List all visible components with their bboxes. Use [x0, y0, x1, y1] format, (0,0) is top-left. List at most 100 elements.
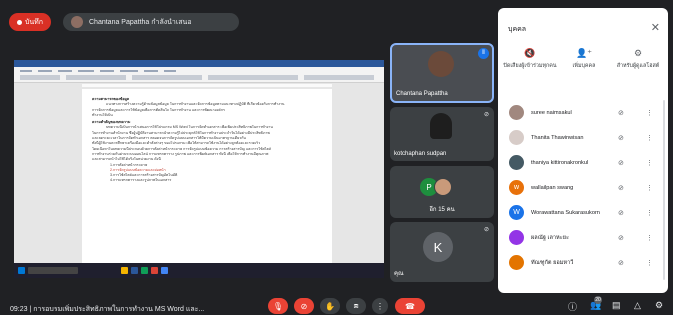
- mic-muted-icon: ⊘: [618, 209, 624, 217]
- more-participants-tile[interactable]: P อีก 15 คน: [390, 166, 494, 218]
- participant-row[interactable]: thaniya kittironakronkul ⊘ ⋮: [498, 150, 668, 175]
- participant-row[interactable]: W Worawattana Sukarasukorn ⊘ ⋮: [498, 200, 668, 225]
- participant-photo: [428, 51, 454, 77]
- participant-avatar: [509, 155, 524, 170]
- participant-row[interactable]: ทัณฑูกัต ยอมหาวี ⊘ ⋮: [498, 250, 668, 275]
- word-canvas: ความสามารถของข้อมูล แนวทางการสร้างความรู…: [14, 83, 384, 265]
- panel-action-label: ปิดเสียงผู้เข้าร่วมทุกคน: [503, 63, 557, 69]
- hangup-icon: ☎: [405, 301, 415, 311]
- participant-avatar: [509, 130, 524, 145]
- participant-name: suree naimsakul: [531, 109, 572, 116]
- panel-action-mute-all[interactable]: 🔇 ปิดเสียงผู้เข้าร่วมทุกคน: [502, 48, 558, 70]
- record-button[interactable]: บันทึก: [9, 13, 51, 31]
- participant-name: ทัณฑูกัต ยอมหาวี: [531, 259, 574, 266]
- participant-name: ผลณัฐ เลาหะยะ: [531, 234, 569, 241]
- people-list: suree naimsakul ⊘ ⋮ Thanita Thawinwisan ⊘ ⋮ th…: [498, 100, 668, 275]
- mic-muted-icon: ⊘: [483, 227, 489, 233]
- participant-avatar: W: [509, 205, 524, 220]
- meet-window: บันทึก Chantana Papattha กำลังนำเสนอ ควา…: [0, 0, 673, 315]
- document-page: ความสามารถของข้อมูล แนวทางการสร้างความรู…: [82, 89, 332, 265]
- presenter-avatar: [71, 16, 83, 28]
- host-controls-icon[interactable]: ⚙: [655, 300, 663, 311]
- mic-muted-icon: ⊘: [618, 259, 624, 267]
- more-vert-icon[interactable]: ⋮: [646, 159, 653, 167]
- mic-muted-icon: ⊘: [618, 159, 624, 167]
- camera-button[interactable]: ⊘: [294, 298, 314, 314]
- presenter-label: Chantana Papattha กำลังนำเสนอ: [89, 18, 192, 26]
- panel-action-label: เพิ่มบุคคล: [572, 63, 596, 69]
- camera-off-icon: ⊘: [300, 301, 308, 311]
- participant-avatar-photo: [434, 178, 452, 196]
- participant-name: wallailpan swang: [531, 184, 574, 191]
- presenter-banner[interactable]: Chantana Papattha กำลังนำเสนอ: [63, 13, 239, 31]
- panel-scrollbar[interactable]: [663, 100, 665, 280]
- close-icon[interactable]: ✕: [651, 21, 660, 34]
- participant-name: Chantana Papattha: [396, 91, 448, 97]
- info-icon[interactable]: ⓘ: [568, 300, 577, 313]
- add-person-icon: 👤⁺: [576, 48, 592, 58]
- panel-actions: 🔇 ปิดเสียงผู้เข้าร่วมทุกคน 👤⁺ เพิ่มบุคคล ⚙ สำ…: [498, 48, 668, 90]
- hand-icon: ✋: [325, 301, 335, 311]
- more-vert-icon[interactable]: ⋮: [646, 234, 653, 242]
- more-participants-label: อีก 15 คน: [429, 207, 455, 213]
- mic-muted-icon: ⊘: [618, 109, 624, 117]
- participant-avatar: [509, 230, 524, 245]
- panel-title: บุคคล: [508, 26, 527, 33]
- activities-icon[interactable]: △: [634, 300, 641, 311]
- participant-name: Thanita Thawinwisan: [531, 134, 584, 141]
- word-ribbon: [14, 67, 384, 83]
- host-controls-icon: ⚙: [633, 48, 643, 58]
- mic-muted-icon: ⊘: [618, 134, 624, 142]
- mic-muted-icon: ⊘: [618, 184, 624, 192]
- screen-taskbar: [14, 263, 384, 278]
- raise-hand-button[interactable]: ✋: [320, 298, 340, 314]
- participant-avatar: w: [509, 180, 524, 195]
- meeting-info: 09:23 | การอบรมเพิ่มประสิทธิภาพในการทำงา…: [10, 304, 204, 315]
- more-vert-icon: ⋮: [376, 301, 384, 311]
- record-dot-icon: [16, 19, 22, 25]
- clock: 09:23: [10, 306, 28, 313]
- word-ruler: [82, 84, 332, 87]
- participant-name: thaniya kittironakronkul: [531, 159, 589, 166]
- participant-row[interactable]: suree naimsakul ⊘ ⋮: [498, 100, 668, 125]
- mic-button[interactable]: 🎙: [268, 298, 288, 314]
- more-vert-icon[interactable]: ⋮: [646, 184, 653, 192]
- participant-name: kotchaphan sudpan: [394, 151, 447, 157]
- participant-tile-main[interactable]: ⦀ Chantana Papattha: [390, 43, 494, 103]
- participant-photo: [430, 113, 452, 139]
- self-tile[interactable]: ⊘ K คุณ: [390, 222, 494, 282]
- self-avatar: K: [423, 232, 453, 262]
- record-label: บันทึก: [24, 18, 44, 26]
- present-icon: ⧈: [353, 301, 359, 310]
- mic-off-icon: 🎙: [272, 301, 284, 311]
- more-vert-icon[interactable]: ⋮: [646, 209, 653, 217]
- meeting-title: การอบรมเพิ่มประสิทธิภาพในการทำงาน MS Wor…: [33, 306, 205, 313]
- end-call-button[interactable]: ☎: [395, 298, 425, 314]
- shared-screen: ความสามารถของข้อมูล แนวทางการสร้างความรู…: [14, 60, 384, 278]
- more-vert-icon[interactable]: ⋮: [646, 134, 653, 142]
- mute-all-icon: 🔇: [524, 48, 536, 58]
- participant-count-badge: 20: [594, 296, 602, 304]
- mic-muted-icon: ⊘: [618, 234, 624, 242]
- more-options-button[interactable]: ⋮: [372, 298, 388, 314]
- more-vert-icon[interactable]: ⋮: [646, 109, 653, 117]
- mic-muted-icon: ⊘: [483, 112, 489, 118]
- participant-tile-second[interactable]: ⊘ kotchaphan sudpan: [390, 107, 494, 161]
- participant-avatar: [509, 105, 524, 120]
- self-name: คุณ: [394, 271, 404, 277]
- document-line: 4.การแทรกตารางและรูปภาพในเอกสาร: [110, 178, 172, 183]
- present-button[interactable]: ⧈: [346, 298, 366, 314]
- participant-row[interactable]: w wallailpan swang ⊘ ⋮: [498, 175, 668, 200]
- more-vert-icon[interactable]: ⋮: [646, 259, 653, 267]
- people-panel: บุคคล ✕ 🔇 ปิดเสียงผู้เข้าร่วมทุกคน 👤⁺ เพิ่ม…: [498, 8, 668, 293]
- speaking-indicator-icon: ⦀: [478, 48, 489, 59]
- panel-action-host-controls[interactable]: ⚙ สำหรับผู้ดูแลโฮสต์: [610, 48, 666, 70]
- chat-icon[interactable]: ▤: [612, 300, 621, 311]
- word-titlebar: [14, 60, 384, 67]
- panel-action-add-person[interactable]: 👤⁺ เพิ่มบุคคล: [556, 48, 612, 70]
- participant-avatar: [509, 255, 524, 270]
- participant-name: Worawattana Sukarasukorn: [531, 209, 600, 216]
- participant-row[interactable]: Thanita Thawinwisan ⊘ ⋮: [498, 125, 668, 150]
- panel-action-label: สำหรับผู้ดูแลโฮสต์: [616, 63, 660, 69]
- participant-row[interactable]: ผลณัฐ เลาหะยะ ⊘ ⋮: [498, 225, 668, 250]
